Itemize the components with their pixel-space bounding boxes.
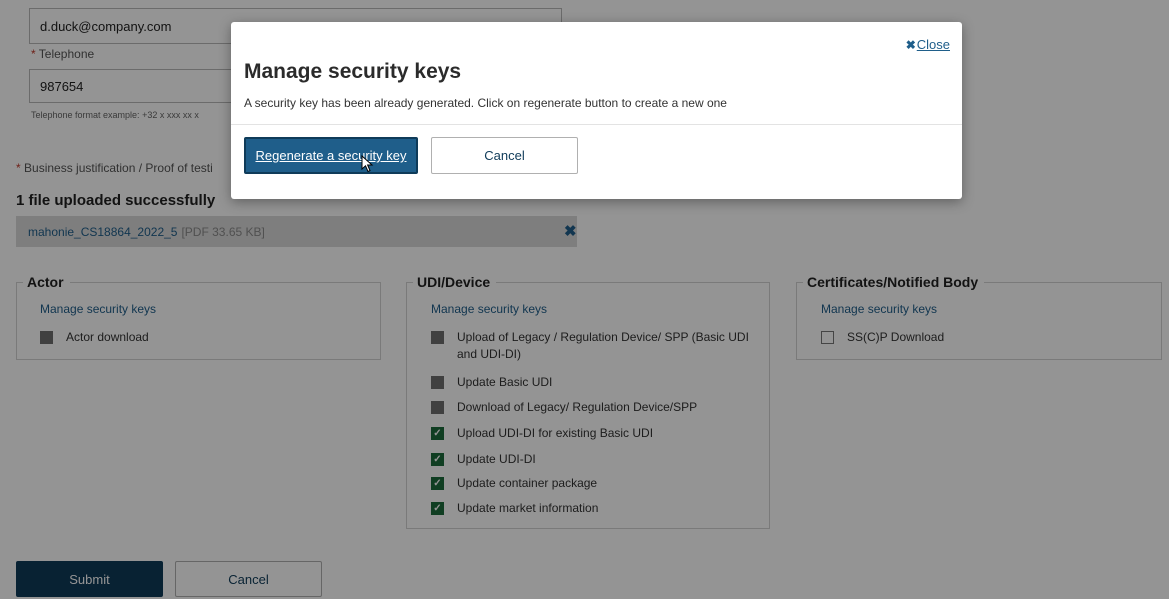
close-icon: ✖ (905, 37, 916, 52)
dialog-message: A security key has been already generate… (244, 96, 727, 110)
mouse-pointer-icon (361, 155, 374, 173)
manage-security-keys-dialog: ✖ Close Manage security keys A security … (231, 22, 962, 199)
dialog-divider (231, 124, 962, 125)
close-link[interactable]: ✖ Close (906, 37, 950, 52)
close-label: Close (916, 37, 950, 52)
dialog-cancel-button[interactable]: Cancel (431, 137, 578, 174)
dialog-title: Manage security keys (244, 60, 462, 83)
regenerate-key-button[interactable]: Regenerate a security key (244, 137, 418, 174)
